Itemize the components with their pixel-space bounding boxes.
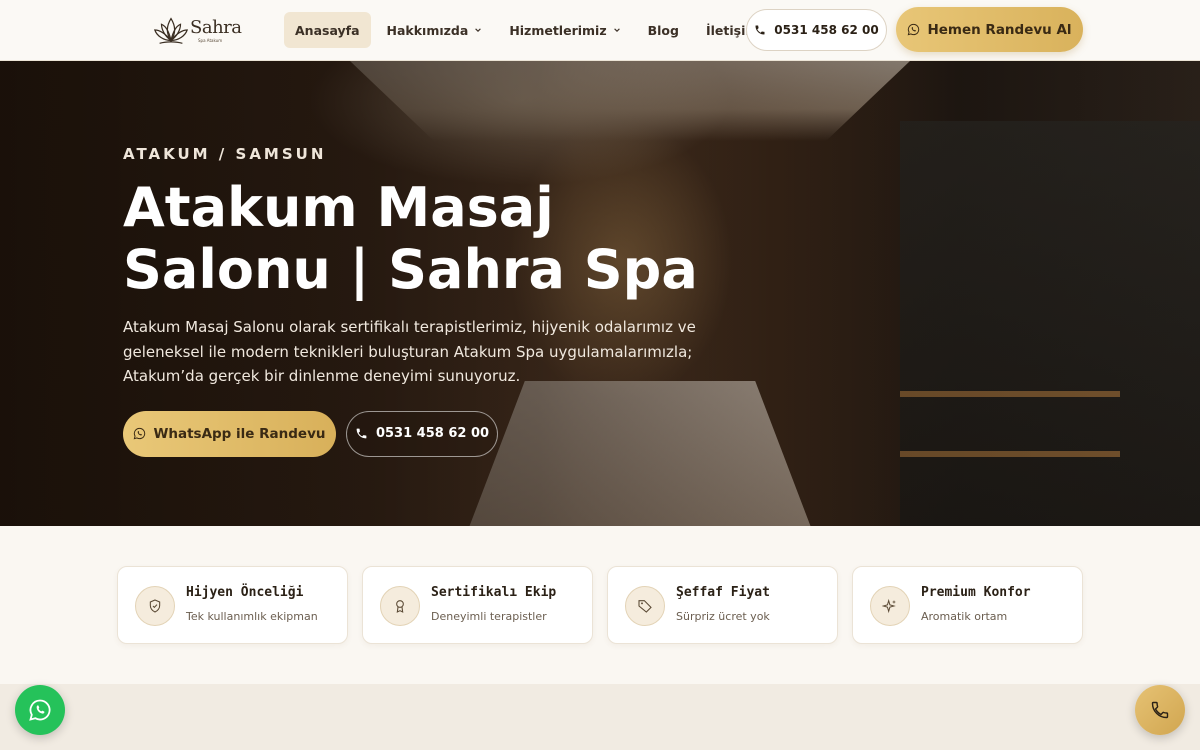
whatsapp-icon xyxy=(908,23,920,36)
nav-item-label: Blog xyxy=(647,22,679,38)
feature-subtitle: Aromatik ortam xyxy=(921,610,1008,623)
floating-whatsapp-button[interactable] xyxy=(15,685,65,735)
hero-location: ATAKUM / SAMSUN xyxy=(123,145,327,163)
feature-subtitle: Tek kullanımlık ekipman xyxy=(186,610,318,623)
hero-buttons: WhatsApp ile Randevu 0531 458 62 00 xyxy=(123,410,763,457)
feature-card: Şeffaf Fiyat Sürpriz ücret yok xyxy=(607,566,838,644)
nav-item-label: Anasayfa xyxy=(295,22,360,38)
hero-description: Atakum Masaj Salonu olarak sertifikalı t… xyxy=(123,318,696,385)
chevron-down-icon xyxy=(613,28,620,32)
hero-title: Atakum Masaj Salonu | Sahra Spa xyxy=(123,176,698,301)
feature-title: Sertifikalı Ekip xyxy=(431,585,557,600)
nav-item-hizmetlerimiz[interactable]: Hizmetlerimiz xyxy=(498,12,631,48)
phone-icon xyxy=(1151,701,1169,719)
next-section xyxy=(0,684,1200,750)
hero-content: ATAKUM / SAMSUN Atakum Masaj Salonu | Sa… xyxy=(123,145,763,457)
chevron-down-icon xyxy=(475,28,482,32)
lotus-icon xyxy=(153,17,189,44)
whatsapp-icon xyxy=(134,427,146,440)
whatsapp-icon xyxy=(29,699,51,721)
phone-icon xyxy=(356,428,367,439)
book-appointment-label: Hemen Randevu Al xyxy=(927,21,1072,38)
feature-subtitle: Sürpriz ücret yok xyxy=(676,610,770,623)
brand-subtitle: Spa Atakum xyxy=(198,37,223,43)
hero-call-label: 0531 458 62 00 xyxy=(375,426,490,441)
brand-name: Sahra xyxy=(190,16,242,38)
feature-title: Hijyen Önceliği xyxy=(186,585,304,600)
hero-call-button[interactable]: 0531 458 62 00 xyxy=(346,410,498,457)
book-appointment-button[interactable]: Hemen Randevu Al xyxy=(896,7,1083,52)
nav-item-blog[interactable]: Blog xyxy=(637,12,690,48)
floating-call-button[interactable] xyxy=(1135,685,1185,735)
site-header: Sahra Spa Atakum Anasayfa Hakkımızda Hiz… xyxy=(0,0,1200,61)
feature-card: Sertifikalı Ekip Deneyimli terapistler xyxy=(362,566,593,644)
feature-card: Premium Konfor Aromatik ortam xyxy=(852,566,1083,644)
nav-item-label: Hakkımızda xyxy=(386,22,469,38)
nav-item-label: Hizmetlerimiz xyxy=(509,22,607,38)
award-icon xyxy=(380,586,420,626)
header-phone-button[interactable]: 0531 458 62 00 xyxy=(746,9,887,51)
main-nav: Anasayfa Hakkımızda Hizmetlerimiz Blog İ… xyxy=(284,12,774,48)
feature-title: Premium Konfor xyxy=(921,585,1031,600)
brand-logo[interactable]: Sahra Spa Atakum xyxy=(152,9,242,51)
feature-card: Hijyen Önceliği Tek kullanımlık ekipman xyxy=(117,566,348,644)
whatsapp-appointment-label: WhatsApp ile Randevu xyxy=(153,425,326,442)
sparkles-icon xyxy=(870,586,910,626)
header-phone-number: 0531 458 62 00 xyxy=(774,23,879,37)
hero-section: ATAKUM / SAMSUN Atakum Masaj Salonu | Sa… xyxy=(0,61,1200,526)
whatsapp-appointment-button[interactable]: WhatsApp ile Randevu xyxy=(123,410,336,457)
features-row: Hijyen Önceliği Tek kullanımlık ekipman … xyxy=(117,566,1083,644)
nav-item-hakkimizda[interactable]: Hakkımızda xyxy=(376,12,494,48)
tag-icon xyxy=(625,586,665,626)
feature-title: Şeffaf Fiyat xyxy=(676,585,770,600)
phone-icon xyxy=(755,25,765,35)
feature-subtitle: Deneyimli terapistler xyxy=(431,610,547,623)
nav-item-anasayfa[interactable]: Anasayfa xyxy=(284,12,371,48)
shield-icon xyxy=(135,586,175,626)
